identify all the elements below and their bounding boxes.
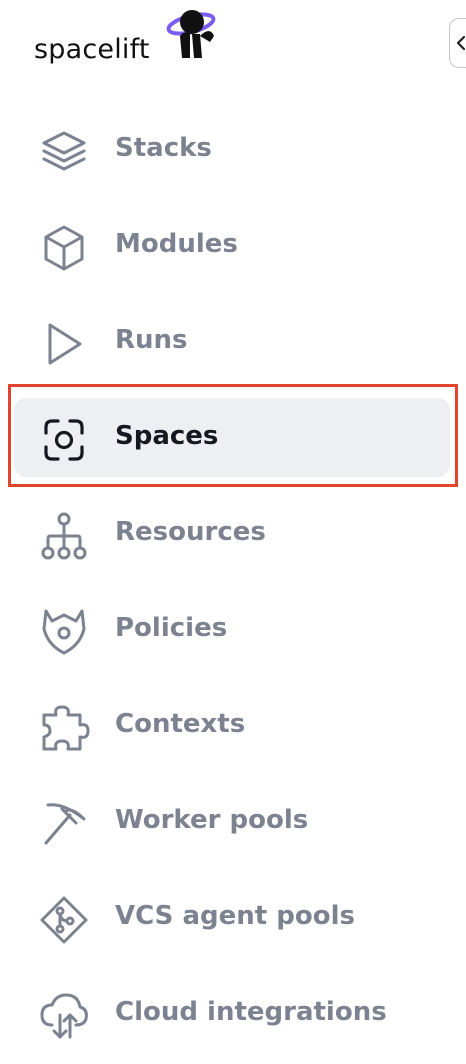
layers-icon — [36, 127, 92, 177]
puzzle-icon — [36, 703, 92, 753]
spaces-focus-icon — [36, 415, 92, 465]
vcs-git-icon — [36, 895, 92, 945]
sidebar-nav: Stacks Modules Runs Spaces Resources Pol… — [0, 103, 466, 1063]
sidebar-item-resources[interactable]: Resources — [0, 487, 466, 583]
sidebar-item-policies[interactable]: Policies — [0, 583, 466, 679]
sidebar-item-label: Resources — [115, 517, 266, 547]
brand-name: spacelift — [34, 34, 150, 65]
sidebar-item-worker-pools[interactable]: Worker pools — [0, 775, 466, 871]
cloud-sync-icon — [36, 991, 92, 1041]
sidebar-item-label: Contexts — [115, 709, 246, 739]
sidebar-item-vcs-agent-pools[interactable]: VCS agent pools — [0, 871, 466, 967]
resources-tree-icon — [36, 511, 92, 561]
sidebar-item-runs[interactable]: Runs — [0, 295, 466, 391]
spacelift-logo[interactable]: spacelift — [32, 6, 232, 70]
sidebar-item-label: Modules — [115, 229, 238, 259]
sidebar-item-modules[interactable]: Modules — [0, 199, 466, 295]
sidebar-item-label: Worker pools — [115, 805, 309, 835]
sidebar-item-label: Runs — [115, 325, 188, 355]
cube-icon — [36, 223, 92, 273]
pickaxe-icon — [36, 799, 92, 849]
policies-shield-icon — [36, 607, 92, 657]
sidebar-item-label: VCS agent pools — [115, 901, 355, 931]
sidebar-item-spaces[interactable]: Spaces — [0, 391, 466, 487]
sidebar-item-label: Policies — [115, 613, 228, 643]
sidebar-item-stacks[interactable]: Stacks — [0, 103, 466, 199]
sidebar-item-cloud-integrations[interactable]: Cloud integrations — [0, 967, 466, 1063]
chevron-left-icon — [456, 35, 466, 51]
play-icon — [36, 319, 92, 369]
astronaut-mascot-icon — [166, 10, 216, 58]
collapse-sidebar-button[interactable] — [449, 18, 466, 68]
sidebar-item-contexts[interactable]: Contexts — [0, 679, 466, 775]
sidebar-item-label: Cloud integrations — [115, 997, 387, 1027]
sidebar-item-label: Stacks — [115, 133, 212, 163]
sidebar-item-label: Spaces — [115, 421, 219, 451]
